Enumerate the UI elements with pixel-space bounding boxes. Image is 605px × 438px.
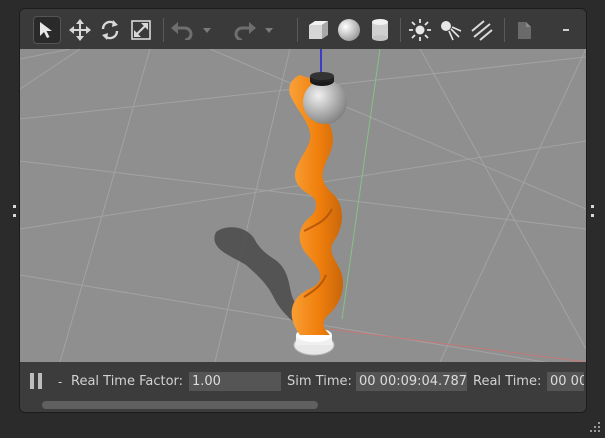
scene-render	[20, 49, 586, 362]
scrollbar-thumb[interactable]	[42, 401, 318, 409]
more-icon	[563, 28, 569, 31]
sim-time-label: Sim Time:	[287, 374, 352, 389]
rotate-mode-button[interactable]	[96, 16, 124, 44]
real-time-value: 00 00	[547, 372, 584, 391]
translate-mode-button[interactable]	[66, 16, 94, 44]
redo-icon	[234, 22, 256, 40]
left-panel-handle[interactable]	[12, 205, 16, 217]
real-time-factor-value: 1.00	[189, 372, 281, 391]
horizontal-scrollbar[interactable]	[42, 401, 562, 409]
undo-button[interactable]	[169, 16, 197, 44]
cylinder-icon	[372, 19, 388, 41]
more-button[interactable]	[556, 16, 576, 44]
directional-light-icon	[471, 20, 493, 41]
toolbar-separator	[504, 18, 505, 42]
redo-history-button[interactable]	[262, 16, 276, 44]
insert-spot-light-button[interactable]	[437, 16, 465, 44]
scale-icon	[131, 20, 151, 40]
move-arrows-icon	[69, 19, 91, 41]
right-panel-handle[interactable]	[590, 205, 594, 217]
status-separator: -	[58, 375, 63, 389]
chevron-down-icon	[203, 27, 211, 33]
3d-viewport[interactable]	[20, 49, 586, 362]
sphere-icon	[338, 19, 360, 41]
insert-sphere-button[interactable]	[335, 16, 363, 44]
toolbar	[20, 9, 586, 49]
rotate-icon	[101, 20, 119, 40]
arrow-cursor-icon	[40, 22, 52, 38]
copy-button[interactable]	[511, 16, 539, 44]
resize-grip-icon[interactable]	[589, 422, 601, 434]
chevron-down-icon	[265, 27, 273, 33]
select-mode-button[interactable]	[33, 16, 61, 44]
insert-directional-light-button[interactable]	[468, 16, 496, 44]
box-icon	[309, 21, 328, 39]
real-time-label: Real Time:	[473, 374, 542, 389]
redo-button[interactable]	[230, 16, 258, 44]
undo-history-button[interactable]	[200, 16, 214, 44]
toolbar-separator	[400, 18, 401, 42]
gazebo-window	[19, 8, 587, 413]
pause-button[interactable]	[30, 373, 44, 389]
real-time-factor-label: Real Time Factor:	[71, 374, 184, 389]
spot-light-icon	[441, 21, 462, 41]
insert-cylinder-button[interactable]	[366, 16, 394, 44]
point-light-icon	[409, 19, 431, 41]
toolbar-separator	[297, 18, 298, 42]
undo-icon	[171, 22, 193, 40]
scale-mode-button[interactable]	[127, 16, 155, 44]
toolbar-separator	[163, 18, 164, 42]
sim-time-value: 00 00:09:04.787	[356, 372, 467, 391]
copy-icon	[518, 22, 531, 39]
insert-box-button[interactable]	[304, 16, 332, 44]
insert-point-light-button[interactable]	[406, 16, 434, 44]
